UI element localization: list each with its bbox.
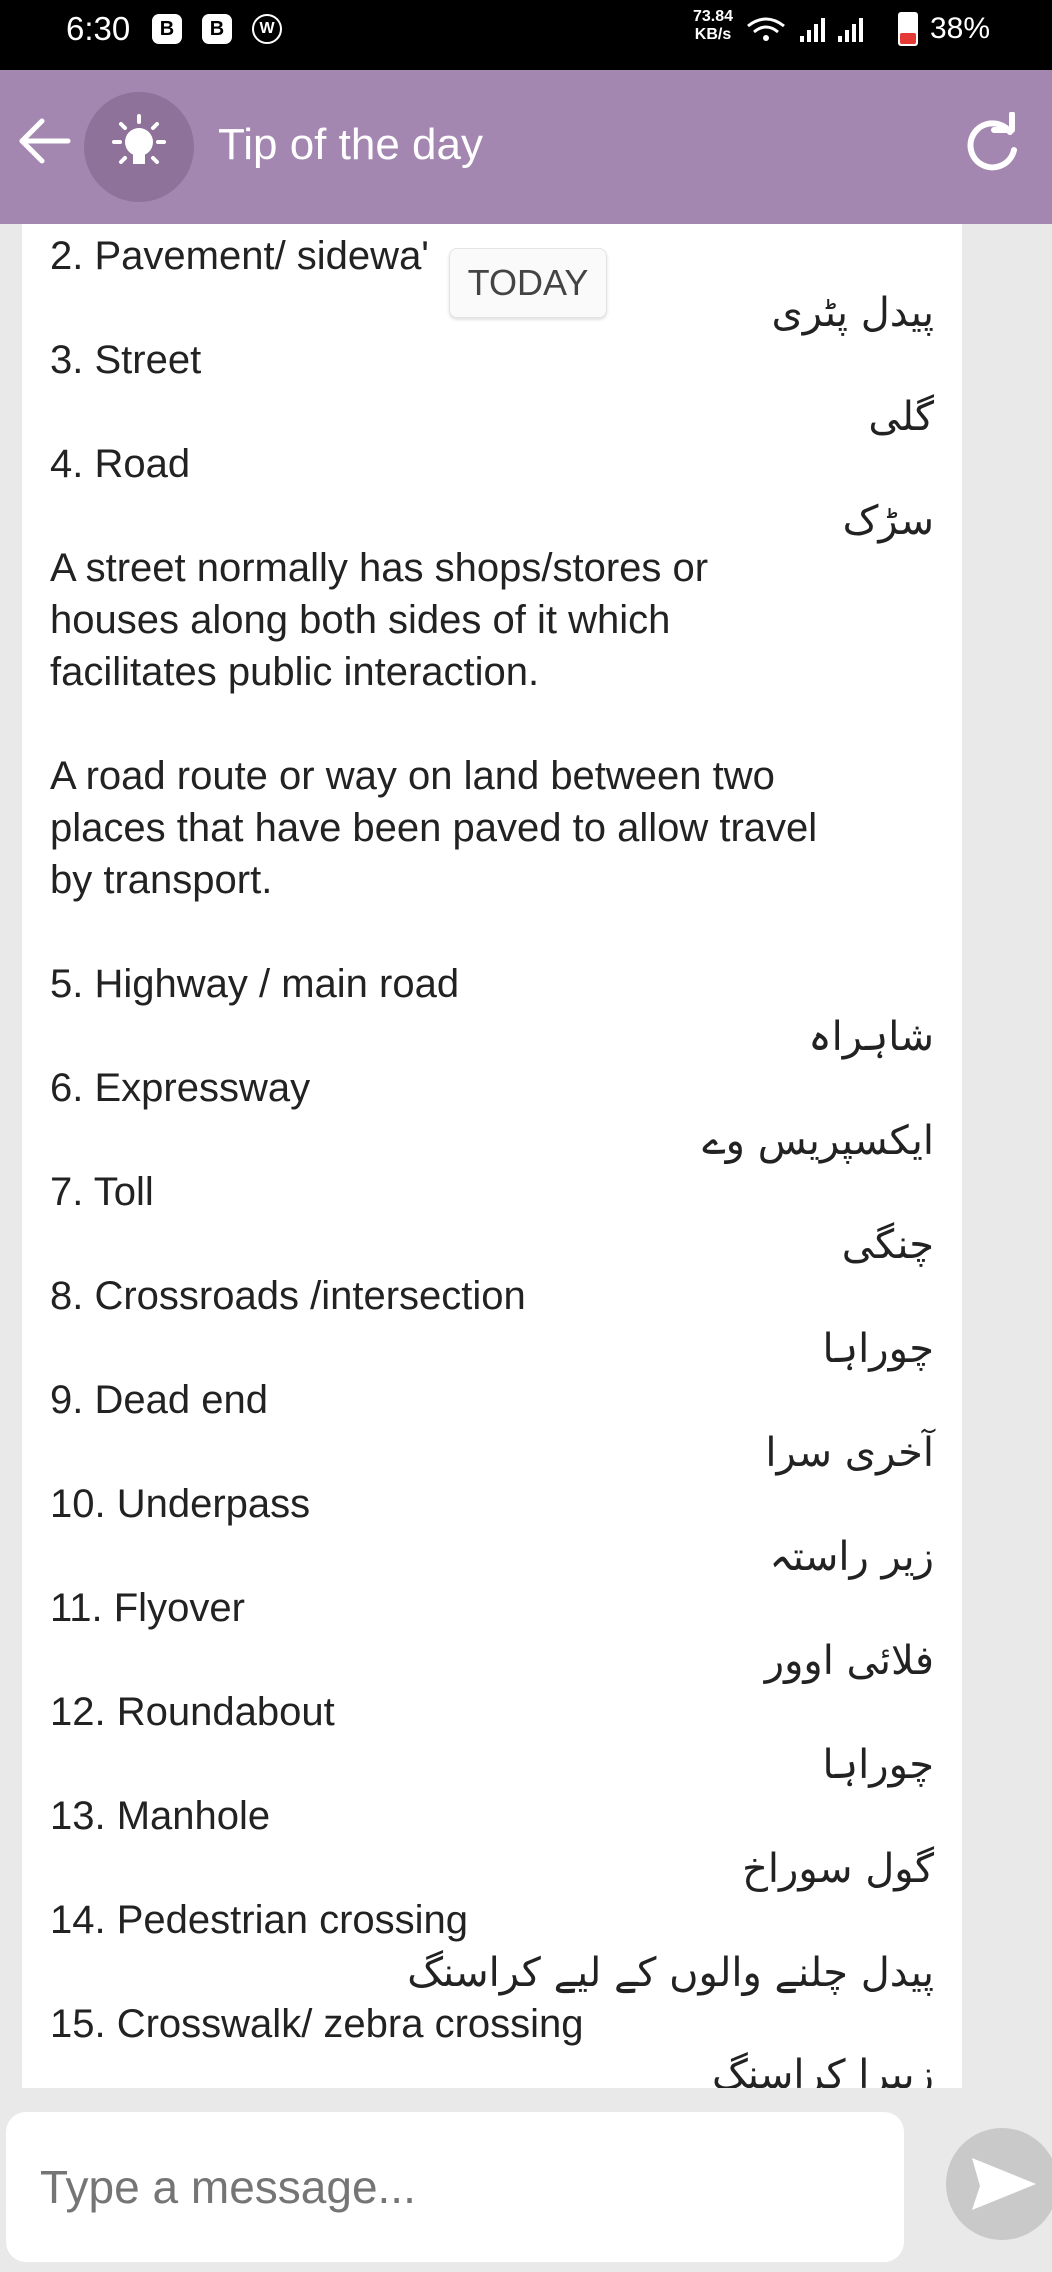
send-icon [972,2158,1036,2210]
message-line: facilitates public interaction. [50,650,540,694]
urdu-translation: چوراہا [822,1326,934,1372]
notification-icon: B [202,14,232,44]
urdu-translation: گلی [868,394,934,440]
message-bubble: 2. Pavement/ sidewa' پیدل پٹری 3. Street… [22,224,962,2088]
notification-icon: W [252,14,282,44]
date-chip: TODAY [449,248,607,318]
urdu-translation: پیدل پٹری [771,290,934,336]
send-button[interactable] [946,2128,1052,2240]
battery-level [900,33,916,44]
message-line: A street normally has shops/stores or [50,546,709,590]
message-line: 9. Dead end [50,1378,268,1422]
refresh-icon[interactable] [960,111,1024,176]
urdu-translation: پیدل چلنے والوں کے لیے کراسنگ [407,1950,934,1996]
message-line: 5. Highway / main road [50,962,460,1006]
wifi-signal-icon [747,17,863,42]
network-speed-value: 73.84 [692,8,734,25]
message-line: 13. Manhole [50,1794,271,1838]
chat-title[interactable]: Tip of the day [218,118,483,172]
battery-percent: 38% [930,12,991,45]
back-arrow-icon[interactable] [12,106,82,176]
urdu-translation: زیبرا کراسنگ [711,2052,934,2088]
urdu-translation: چنگی [841,1222,934,1268]
urdu-translation: گول سوراخ [742,1846,934,1892]
urdu-translation: سڑک [842,498,934,544]
message-line: 2. Pavement/ sidewa' [50,234,429,278]
message-line: 11. Flyover [50,1586,245,1630]
message-line: A road route or way on land between two [50,754,775,798]
message-line: places that have been paved to allow tra… [50,806,818,850]
message-line: 12. Roundabout [50,1690,335,1734]
message-line: houses along both sides of it which [50,598,671,642]
message-line: 6. Expressway [50,1066,311,1110]
urdu-translation: فلائی اوور [764,1638,934,1684]
message-line: 14. Pedestrian crossing [50,1898,469,1942]
status-time: 6:30 [66,10,131,47]
message-line: 4. Road [50,442,191,486]
message-line: 7. Toll [50,1170,154,1214]
message-line: 8. Crossroads /intersection [50,1274,526,1318]
lightbulb-icon [112,114,166,164]
network-speed-unit: KB/s [694,26,732,43]
urdu-translation: شاہراہ [808,1014,934,1060]
urdu-translation: آخری سرا [765,1430,934,1476]
status-bar: 6:30 B B W 73.84 KB/s 38% [0,0,1052,70]
network-speed: 73.84 KB/s [688,8,738,44]
signal-icons [744,12,884,56]
message-line: by transport. [50,858,273,902]
urdu-translation: زیر راستہ [769,1534,934,1580]
notification-icon: B [152,14,182,44]
battery-icon [898,12,918,46]
app-bar: Tip of the day [0,70,1052,224]
urdu-translation: چوراہا [822,1742,934,1788]
composer-bar: Type a message... [0,2088,1052,2272]
message-input[interactable]: Type a message... [6,2112,904,2262]
avatar[interactable] [84,92,194,202]
message-line: 10. Underpass [50,1482,311,1526]
message-line: 15. Crosswalk/ zebra crossing [50,2002,584,2046]
message-line: 3. Street [50,338,202,382]
urdu-translation: ایکسپریس وے [702,1118,934,1164]
